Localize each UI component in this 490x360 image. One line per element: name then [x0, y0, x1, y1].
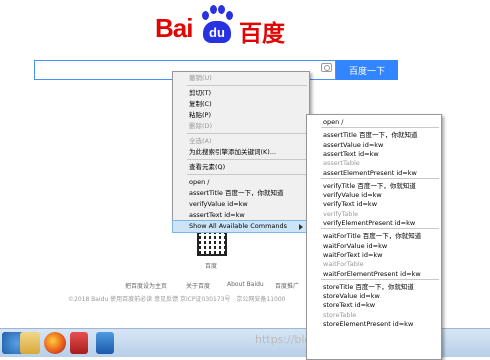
copyright-text: ©2018 Baidu 使用百度前必读 意见反馈 京ICP证030173号 京公…	[68, 294, 285, 303]
menu-separator	[187, 133, 307, 134]
menu-item[interactable]: verifyValue id=kw	[173, 199, 309, 210]
footer-link-homepage[interactable]: 把百度设为主页	[125, 281, 167, 290]
menu-item-label: waitForText id=kw	[323, 250, 383, 259]
menu-item-label: assertText id=kw	[189, 211, 245, 219]
menu-item-label: verifyTable	[323, 209, 359, 218]
context-submenu: open / assertTitle 百度一下，你就知道 assertValue i…	[306, 114, 442, 360]
menu-item-label: waitForElementPresent id=kw	[323, 269, 421, 278]
menu-item: 全选(A)	[173, 136, 309, 147]
menu-item[interactable]: assertTitle 百度一下，你就知道	[173, 188, 309, 199]
menu-item-label: 复制(C)	[189, 100, 212, 108]
menu-item[interactable]: 查看元素(Q)	[173, 162, 309, 173]
copyright-line: ©2018 Baidu 使用百度前必读 意见反馈 京ICP证030173号	[68, 296, 231, 303]
menu-item-label: verifyValue id=kw	[189, 200, 248, 208]
firefox-icon[interactable]	[44, 332, 66, 354]
menu-item-label: waitForTable	[323, 260, 364, 269]
context-menu: 撤销(U) 剪切(T) 复制(C) 粘贴(P) 删除(D) 全选(A) 为此搜索引擎添加关键…	[172, 71, 310, 233]
menu-item: 撤销(U)	[173, 73, 309, 84]
menu-item-label: 剪切(T)	[189, 89, 212, 97]
menu-item[interactable]: Show All Available Commands	[172, 220, 310, 233]
menu-item-label: verifyElementPresent id=kw	[323, 219, 416, 227]
menu-item-label: storeTitle 百度一下，你就知道	[323, 282, 414, 291]
menu-item-label: assertValue id=kw	[323, 140, 384, 149]
menu-item-label: verifyTitle 百度一下，你就知道	[323, 181, 416, 190]
menu-separator	[321, 228, 439, 230]
menu-separator	[321, 278, 439, 280]
menu-separator	[321, 127, 439, 129]
menu-item-label: 粘贴(P)	[189, 111, 211, 119]
menu-item[interactable]: 为此搜索引擎添加关键词(K)...	[173, 147, 309, 158]
menu-item-label: assertTitle 百度一下，你就知道	[189, 189, 284, 197]
menu-item-label: 查看元素(Q)	[189, 163, 226, 171]
menu-separator	[187, 174, 307, 175]
search-button[interactable]: 百度一下	[336, 60, 398, 80]
menu-item-label: waitForTitle 百度一下，你就知道	[323, 232, 422, 241]
menu-separator	[321, 177, 439, 179]
menu-item-label: verifyValue id=kw	[323, 191, 382, 200]
footer-link-promotion[interactable]: 百度推广	[275, 281, 299, 290]
menu-item: 删除(D)	[173, 121, 309, 132]
menu-item-label: storeText id=kw	[323, 301, 376, 310]
logo-text-paw: du	[209, 25, 225, 40]
menu-item[interactable]: 复制(C)	[173, 99, 309, 110]
menu-item-label: 撤销(U)	[189, 74, 212, 82]
camera-icon[interactable]	[321, 63, 332, 72]
menu-item[interactable]: storeElementPresent id=kw	[307, 319, 441, 330]
menu-separator	[187, 85, 307, 86]
blue-app-icon[interactable]	[96, 332, 114, 354]
menu-item-label: waitForValue id=kw	[323, 241, 388, 250]
menu-item[interactable]: 粘贴(P)	[173, 110, 309, 121]
baidu-logo[interactable]: Bai du 百度	[155, 5, 295, 47]
red-app-icon[interactable]	[70, 332, 88, 354]
logo-text-cn: 百度	[239, 21, 285, 47]
paw-icon: du	[197, 5, 237, 45]
menu-item-label: assertTable	[323, 159, 360, 168]
menu-item-label: storeTable	[323, 310, 357, 319]
menu-separator	[187, 159, 307, 160]
menu-item-label: assertTitle 百度一下，你就知道	[323, 131, 418, 140]
police-record[interactable]: 京公网安备11000	[236, 296, 285, 303]
menu-item-label: 为此搜索引擎添加关键词(K)...	[189, 148, 277, 156]
menu-item-label: storeElementPresent id=kw	[323, 320, 414, 328]
menu-item-label: open /	[189, 178, 210, 186]
logo-text-latin: Bai	[155, 13, 193, 43]
menu-item-label: open /	[323, 118, 344, 126]
menu-item-label: storeValue id=kw	[323, 292, 380, 301]
menu-item-label: verifyText id=kw	[323, 200, 378, 209]
menu-item-label: assertText id=kw	[323, 149, 379, 158]
footer-link-about[interactable]: 关于百度	[186, 281, 210, 290]
menu-item-label: 全选(A)	[189, 137, 212, 145]
menu-item[interactable]: 剪切(T)	[173, 88, 309, 99]
qr-caption: 百度	[205, 263, 218, 270]
folder-icon[interactable]	[20, 332, 40, 354]
menu-item[interactable]: assertText id=kw	[173, 210, 309, 221]
menu-item[interactable]: open /	[173, 177, 309, 188]
menu-item-label: Show All Available Commands	[189, 222, 288, 230]
menu-item-label: assertElementPresent id=kw	[323, 168, 417, 177]
menu-item-label: 删除(D)	[189, 122, 213, 130]
footer-link-about-en[interactable]: About Baidu	[227, 281, 264, 288]
submenu-arrow-icon	[299, 224, 303, 230]
